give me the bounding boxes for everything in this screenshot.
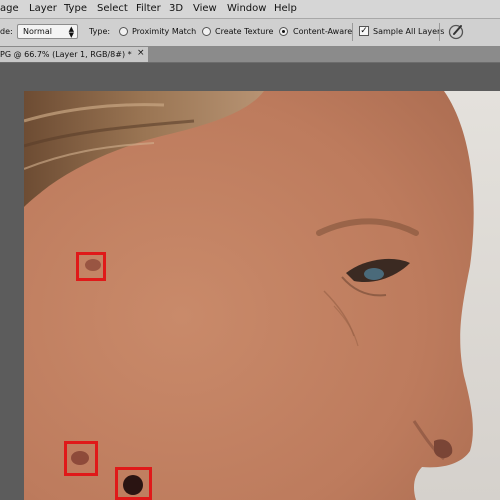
menu-view[interactable]: View bbox=[193, 3, 217, 14]
menu-3d[interactable]: 3D bbox=[169, 3, 183, 14]
proximity-match-label[interactable]: Proximity Match bbox=[132, 27, 196, 36]
menu-window[interactable]: Window bbox=[227, 3, 266, 14]
menu-layer[interactable]: Layer bbox=[29, 3, 57, 14]
pressure-brush-icon[interactable] bbox=[447, 23, 465, 41]
highlight-box-spot-1 bbox=[76, 252, 106, 281]
create-texture-label[interactable]: Create Texture bbox=[215, 27, 273, 36]
document-tab-bar: PG @ 66.7% (Layer 1, RGB/8#) * × bbox=[0, 47, 500, 63]
highlight-box-spot-2 bbox=[64, 441, 98, 476]
select-arrows-icon: ▲ ▼ bbox=[68, 25, 74, 39]
proximity-match-radio[interactable] bbox=[119, 27, 128, 36]
create-texture-radio[interactable] bbox=[202, 27, 211, 36]
mode-value: Normal bbox=[23, 27, 52, 36]
options-divider bbox=[352, 23, 353, 41]
sample-all-layers-checkbox[interactable]: ✓ bbox=[359, 26, 369, 36]
document-title: PG @ 66.7% (Layer 1, RGB/8#) * bbox=[0, 50, 132, 59]
menu-bar: age Layer Type Select Filter 3D View Win… bbox=[0, 0, 500, 19]
menu-type[interactable]: Type bbox=[64, 3, 87, 14]
highlight-box-spot-3 bbox=[115, 467, 152, 500]
document-tab[interactable]: PG @ 66.7% (Layer 1, RGB/8#) * × bbox=[0, 47, 149, 62]
menu-filter[interactable]: Filter bbox=[136, 3, 161, 14]
menu-image[interactable]: age bbox=[0, 3, 19, 14]
canvas-photo[interactable] bbox=[24, 91, 500, 500]
menu-select[interactable]: Select bbox=[97, 3, 128, 14]
content-aware-label[interactable]: Content-Aware bbox=[293, 27, 352, 36]
sample-all-layers-label[interactable]: Sample All Layers bbox=[373, 27, 444, 36]
portrait-photo bbox=[24, 91, 500, 500]
close-icon[interactable]: × bbox=[137, 48, 145, 58]
type-label: Type: bbox=[89, 27, 111, 36]
tool-options-bar: de: Normal ▲ ▼ Type: Proximity Match Crea… bbox=[0, 19, 500, 47]
mode-label: de: bbox=[0, 27, 13, 36]
content-aware-radio[interactable] bbox=[279, 27, 288, 36]
menu-help[interactable]: Help bbox=[274, 3, 297, 14]
mode-select[interactable]: Normal ▲ ▼ bbox=[17, 24, 78, 39]
options-divider bbox=[439, 23, 440, 41]
